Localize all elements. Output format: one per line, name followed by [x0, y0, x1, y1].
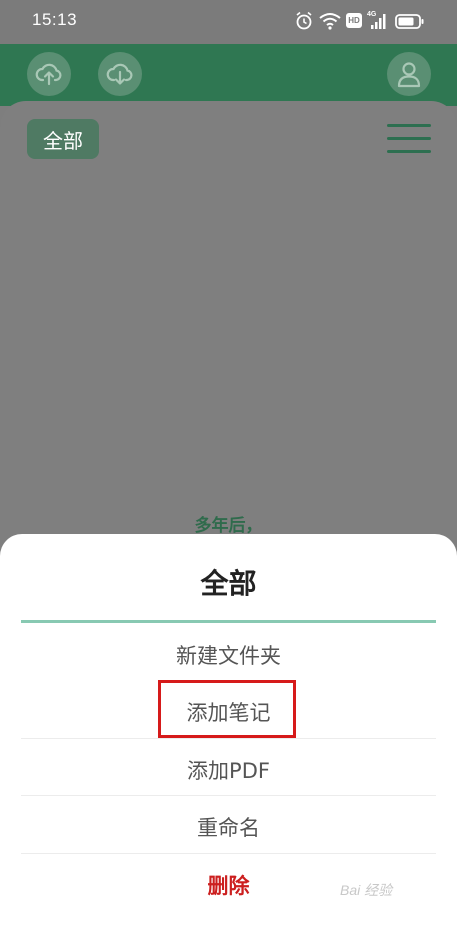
signal-4g-icon: 4G	[367, 11, 387, 31]
filter-chip[interactable]: 全部	[27, 119, 99, 159]
hamburger-menu-icon[interactable]	[387, 124, 431, 154]
user-icon	[397, 62, 421, 88]
hd-label: HD	[348, 16, 360, 25]
wifi-icon	[319, 13, 341, 30]
status-icons: HD 4G	[295, 11, 427, 31]
sheet-title: 全部	[200, 567, 257, 600]
user-profile-button[interactable]	[387, 52, 431, 96]
sheet-item-divider	[21, 853, 436, 854]
battery-icon	[395, 14, 424, 29]
status-time: 15:13	[32, 10, 78, 29]
cloud-download-icon	[106, 63, 133, 85]
sheet-item-divider	[21, 795, 436, 796]
add-pdf-item[interactable]: 添加PDF	[21, 755, 436, 785]
alarm-icon	[296, 11, 312, 30]
watermark: Bai 经验	[340, 882, 393, 898]
new-folder-item[interactable]: 新建文件夹	[21, 640, 436, 670]
status-bar: 15:13 HD 4G	[0, 0, 457, 44]
cloud-upload-icon	[35, 63, 62, 86]
hd-icon: HD	[346, 13, 362, 28]
sheet-title-divider	[21, 620, 436, 623]
note-preview-text: 多年后，	[194, 516, 263, 536]
cloud-download-button[interactable]	[98, 52, 142, 96]
rename-item[interactable]: 重命名	[21, 812, 436, 842]
sheet-item-divider	[21, 738, 436, 739]
filter-chip-label: 全部	[43, 128, 83, 153]
highlight-annotation	[158, 680, 296, 738]
cloud-upload-button[interactable]	[27, 52, 71, 96]
